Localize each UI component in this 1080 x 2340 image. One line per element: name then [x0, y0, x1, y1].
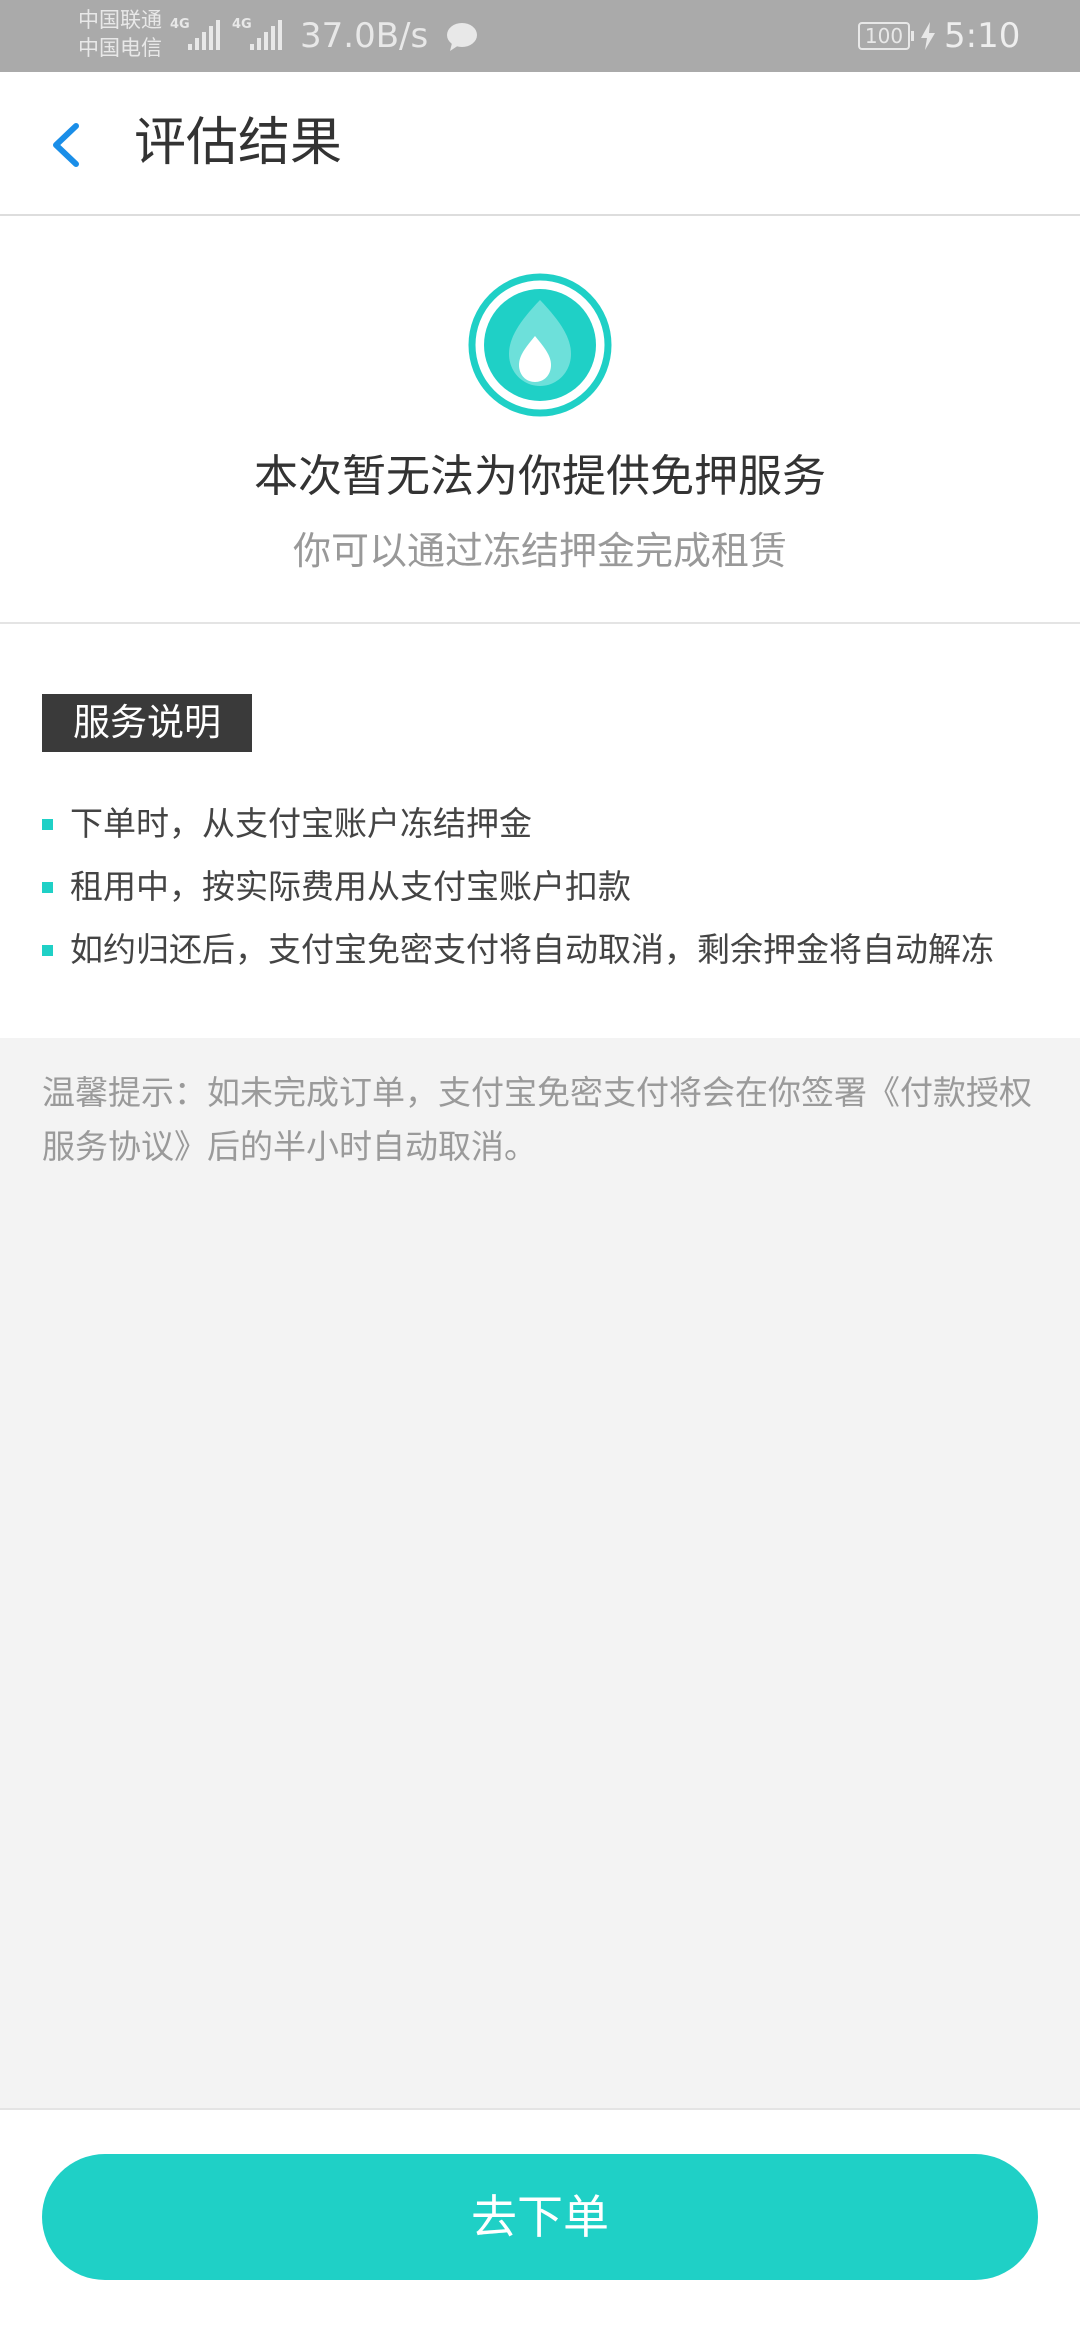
app-header: 评估结果 — [0, 72, 1080, 216]
clock: 5:10 — [944, 16, 1021, 56]
charging-icon — [921, 22, 935, 50]
service-list: 下单时，从支付宝账户冻结押金 租用中，按实际费用从支付宝账户扣款 如约归还后，支… — [42, 792, 1052, 981]
carrier-names: 中国联通 中国电信 — [78, 6, 162, 62]
network-speed: 37.0B/s — [300, 16, 429, 56]
bullet-icon — [42, 882, 53, 893]
bullet-icon — [42, 945, 53, 956]
chevron-left-icon — [53, 123, 79, 167]
result-title: 本次暂无法为你提供免押服务 — [254, 451, 826, 502]
network-type-2: 4G — [232, 17, 252, 32]
list-item: 租用中，按实际费用从支付宝账户扣款 — [42, 855, 1052, 918]
service-item-text: 如约归还后，支付宝免密支付将自动取消，剩余押金将自动解冻 — [70, 930, 994, 969]
bullet-icon — [42, 819, 53, 830]
page-title: 评估结果 — [134, 113, 343, 173]
back-button[interactable] — [36, 108, 96, 180]
place-order-button[interactable]: 去下单 — [42, 2154, 1038, 2280]
service-item-text: 下单时，从支付宝账户冻结押金 — [70, 804, 532, 843]
droplet-icon — [468, 273, 612, 417]
status-bar: 中国联通 中国电信 4G 4G 37.0B/s 100 5:10 — [0, 0, 1080, 72]
tip-text: 温馨提示：如未完成订单，支付宝免密支付将会在你签署《付款授权服务协议》后的半小时… — [42, 1073, 1032, 1166]
network-type-1: 4G — [170, 17, 190, 32]
carrier-1: 中国联通 — [78, 8, 162, 32]
carrier-2: 中国电信 — [78, 36, 162, 60]
service-section: 服务说明 下单时，从支付宝账户冻结押金 租用中，按实际费用从支付宝账户扣款 如约… — [0, 624, 1080, 1038]
message-icon — [447, 23, 477, 51]
battery-icon: 100 — [858, 22, 914, 50]
service-label: 服务说明 — [42, 694, 252, 752]
result-section: 本次暂无法为你提供免押服务 你可以通过冻结押金完成租赁 — [0, 216, 1080, 624]
result-subtitle: 你可以通过冻结押金完成租赁 — [292, 529, 787, 573]
service-item-text: 租用中，按实际费用从支付宝账户扣款 — [70, 867, 631, 906]
list-item: 下单时，从支付宝账户冻结押金 — [42, 792, 1052, 855]
list-item: 如约归还后，支付宝免密支付将自动取消，剩余押金将自动解冻 — [42, 918, 1052, 981]
footer: 去下单 — [0, 2108, 1080, 2340]
